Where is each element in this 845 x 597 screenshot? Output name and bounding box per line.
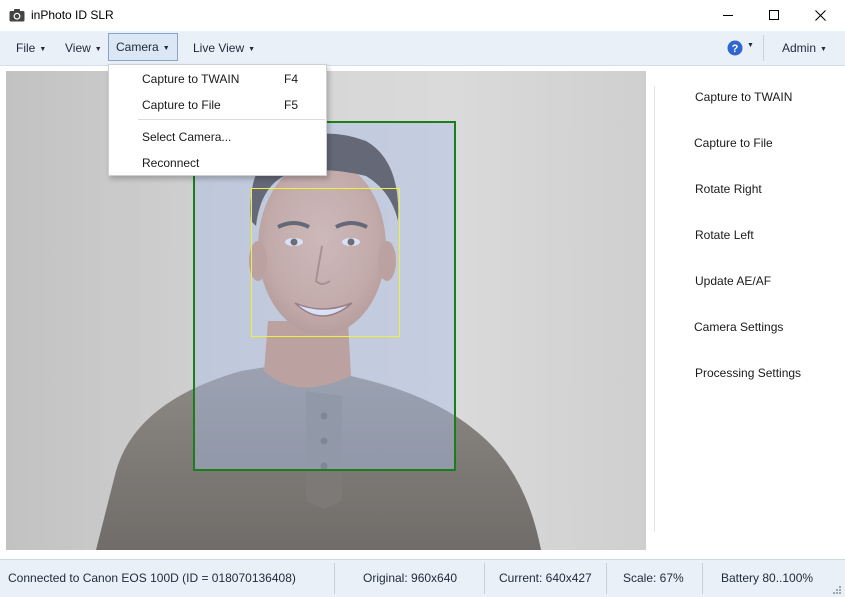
status-scale: Scale: 67%: [623, 571, 684, 585]
capture-to-file-button[interactable]: Capture to File: [694, 136, 773, 150]
help-icon: ?: [727, 40, 743, 56]
menu-camera-label: Camera: [116, 40, 159, 54]
rotate-left-button[interactable]: Rotate Left: [695, 228, 754, 242]
menu-file[interactable]: File ▼: [9, 37, 53, 59]
maximize-icon: [768, 10, 779, 20]
menu-item-shortcut: F4: [284, 72, 299, 86]
camera-settings-button[interactable]: Camera Settings: [694, 320, 783, 334]
menu-live-view-label: Live View: [193, 41, 245, 55]
panel-divider: [654, 86, 655, 532]
close-icon: [814, 10, 826, 21]
status-battery: Battery 80..100%: [721, 571, 814, 585]
status-current-size: Current: 640x427: [499, 571, 592, 585]
menu-camera[interactable]: Camera ▼: [108, 33, 178, 61]
resize-grip-icon[interactable]: [832, 585, 842, 595]
status-separator: [484, 563, 485, 594]
rotate-right-button[interactable]: Rotate Right: [695, 182, 762, 196]
status-separator: [334, 563, 335, 594]
menu-separator: [138, 119, 325, 120]
caret-down-icon: ▼: [747, 42, 754, 49]
caret-down-icon: ▼: [162, 45, 170, 52]
minimize-icon: [722, 15, 733, 16]
menubar-separator: [763, 35, 764, 61]
menu-user-label: Admin: [782, 41, 817, 55]
menu-view-label: View: [65, 41, 91, 55]
camera-icon: [9, 9, 25, 22]
caret-down-icon: ▼: [248, 46, 256, 53]
title-bar: inPhoto ID SLR: [0, 0, 845, 31]
face-detection-frame: [251, 188, 400, 337]
menu-item-label: Reconnect: [142, 156, 200, 170]
status-bar: Connected to Canon EOS 100D (ID = 018070…: [0, 559, 845, 597]
minimize-button[interactable]: [705, 0, 751, 31]
menu-view[interactable]: View ▼: [58, 37, 109, 59]
caret-down-icon: ▼: [820, 46, 827, 53]
svg-text:?: ?: [732, 43, 739, 55]
update-ae-af-button[interactable]: Update AE/AF: [695, 274, 771, 288]
menu-item-shortcut: F5: [284, 98, 299, 112]
menu-item-label: Capture to TWAIN: [142, 72, 240, 86]
window-title: inPhoto ID SLR: [31, 8, 114, 22]
menu-item-reconnect[interactable]: Reconnect: [109, 151, 326, 175]
camera-menu-dropdown: Capture to TWAIN F4 Capture to File F5 S…: [108, 64, 327, 176]
capture-to-twain-button[interactable]: Capture to TWAIN: [695, 90, 792, 104]
menu-item-capture-to-twain[interactable]: Capture to TWAIN F4: [109, 67, 326, 91]
status-original-size: Original: 960x640: [363, 571, 458, 585]
close-button[interactable]: [797, 0, 843, 31]
status-separator: [606, 563, 607, 594]
status-separator: [702, 563, 703, 594]
caret-down-icon: ▼: [94, 46, 102, 53]
caret-down-icon: ▼: [39, 46, 47, 53]
maximize-button[interactable]: [751, 0, 797, 31]
menu-item-select-camera[interactable]: Select Camera...: [109, 125, 326, 149]
menu-bar: File ▼ View ▼ Camera ▼ Live View ▼ ? ▼ Admin…: [0, 31, 845, 66]
menu-file-label: File: [16, 41, 36, 55]
menu-item-label: Select Camera...: [142, 130, 232, 144]
menu-user[interactable]: Admin ▼: [775, 37, 834, 59]
processing-settings-button[interactable]: Processing Settings: [695, 366, 801, 380]
status-connection: Connected to Canon EOS 100D (ID = 018070…: [8, 571, 296, 585]
menu-item-capture-to-file[interactable]: Capture to File F5: [109, 93, 326, 117]
help-button[interactable]: ? ▼: [727, 39, 759, 57]
menu-live-view[interactable]: Live View ▼: [186, 37, 262, 59]
menu-item-label: Capture to File: [142, 98, 221, 112]
